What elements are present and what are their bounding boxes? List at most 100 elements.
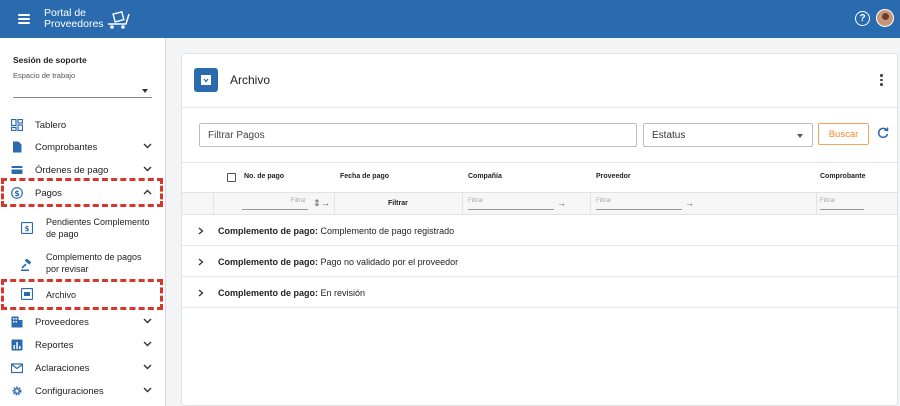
sidebar-item-aclaraciones[interactable]: Aclaraciones — [0, 357, 166, 379]
mail-icon — [11, 363, 23, 374]
filter-proveedor-input[interactable]: Filtrar — [596, 198, 682, 210]
filter-cell-compania: Filtrar → — [463, 193, 591, 215]
chevron-right-icon[interactable] — [198, 227, 204, 235]
sidebar-item-label: Tablero — [35, 120, 67, 131]
chevron-down-icon — [143, 143, 152, 149]
caret-down-icon — [142, 89, 148, 93]
filter-comprobante-input[interactable]: Filtrar — [820, 198, 864, 210]
filter-no-de-pago-input[interactable]: Filtrar — [242, 198, 308, 210]
avatar[interactable] — [876, 9, 894, 27]
subitem-label-line1: Complemento de pagos — [46, 252, 142, 262]
document-icon — [13, 141, 22, 153]
logo-line2: Proveedores — [44, 18, 104, 30]
pending-icon: $ — [21, 222, 33, 234]
filter-payments-input[interactable] — [199, 123, 637, 147]
session-title: Sesión de soporte — [13, 55, 87, 65]
filter-cell-comprobante: Filtrar — [817, 193, 897, 215]
chart-icon — [11, 339, 23, 351]
column-fecha-de-pago[interactable]: Fecha de pago — [340, 173, 389, 180]
filter-compania-input[interactable]: Filtrar — [468, 198, 554, 210]
gavel-icon — [21, 259, 32, 271]
menu-icon[interactable] — [18, 14, 30, 24]
sidebar-item-label: Configuraciones — [35, 386, 104, 397]
select-all-checkbox[interactable] — [227, 173, 236, 182]
subitem-label-line1: Archivo — [46, 290, 77, 300]
column-proveedor[interactable]: Proveedor — [596, 173, 631, 180]
arrow-right-icon[interactable]: → — [557, 198, 566, 208]
group-key: Complemento de pago: — [218, 288, 319, 298]
filter-cell-no-de-pago: Filtrar ⇕ → — [214, 193, 335, 215]
archive-icon — [21, 288, 33, 300]
filter-date-button[interactable]: Filtrar — [388, 200, 408, 207]
status-select[interactable]: Estatus — [643, 123, 813, 147]
payment-order-icon — [11, 166, 23, 174]
group-value: En revisión — [320, 288, 366, 298]
table-header: No. de pago Fecha de pago Compañía Prove… — [182, 162, 897, 193]
top-app-bar: Portal de Proveedores ? — [0, 0, 900, 38]
caret-down-icon — [797, 134, 803, 138]
building-icon — [11, 316, 23, 328]
group-key: Complemento de pago: — [218, 257, 319, 267]
table-filter-row: Filtrar ⇕ → Filtrar Filtrar → Filtrar → … — [182, 193, 897, 215]
sidebar-item-label: Pagos — [35, 188, 62, 199]
filter-cell-empty — [182, 193, 214, 215]
gear-icon — [12, 386, 22, 396]
chevron-down-icon — [143, 318, 152, 324]
sort-arrows-icon[interactable]: ⇕ — [313, 198, 321, 209]
portal-logo[interactable]: Portal de Proveedores — [44, 8, 130, 30]
archive-badge — [194, 68, 218, 92]
svg-text:$: $ — [14, 189, 20, 198]
chevron-down-icon — [143, 387, 152, 393]
group-label: Complemento de pago: En revisión — [218, 288, 365, 298]
search-button[interactable]: Buscar — [818, 123, 869, 145]
sidebar-subitem-pendientes[interactable]: $ Pendientes Complemento de pago — [0, 214, 166, 244]
workspace-select[interactable] — [13, 84, 152, 98]
column-comprobante[interactable]: Comprobante — [820, 173, 866, 180]
filter-cell-proveedor: Filtrar → — [591, 193, 817, 215]
chevron-up-icon — [143, 189, 152, 195]
chevron-down-icon — [143, 364, 152, 370]
status-select-label: Estatus — [652, 130, 686, 141]
archive-box-icon — [201, 75, 211, 85]
group-label: Complemento de pago: Pago no validado po… — [218, 257, 458, 267]
column-compania[interactable]: Compañía — [468, 173, 502, 180]
group-row[interactable]: Complemento de pago: En revisión — [182, 278, 897, 308]
subitem-label-line2: por revisar — [46, 264, 89, 274]
sidebar-item-label: Reportes — [35, 340, 74, 351]
chevron-right-icon[interactable] — [198, 289, 204, 297]
column-no-de-pago[interactable]: No. de pago — [244, 173, 284, 180]
sidebar-item-ordenes-de-pago[interactable]: Órdenes de pago — [0, 159, 166, 181]
refresh-icon[interactable] — [877, 127, 889, 139]
sidebar-item-label: Comprobantes — [35, 142, 98, 153]
chevron-right-icon[interactable] — [198, 258, 204, 266]
sidebar-item-proveedores[interactable]: Proveedores — [0, 311, 166, 333]
chevron-down-icon — [143, 341, 152, 347]
sidebar: Sesión de soporte Espacio de trabajo Tab… — [0, 38, 166, 406]
dashboard-icon — [11, 119, 23, 131]
group-value: Complemento de pago registrado — [320, 226, 455, 236]
sidebar-item-configuraciones[interactable]: Configuraciones — [0, 380, 166, 402]
group-value: Pago no validado por el proveedor — [320, 257, 459, 267]
group-label: Complemento de pago: Complemento de pago… — [218, 226, 454, 236]
sidebar-item-pagos[interactable]: $ Pagos — [0, 182, 166, 204]
sidebar-item-label: Aclaraciones — [35, 363, 90, 374]
group-row[interactable]: Complemento de pago: Complemento de pago… — [182, 216, 897, 246]
subitem-label-line1: Pendientes Complemento — [46, 217, 150, 227]
sidebar-subitem-archivo[interactable]: Archivo — [0, 284, 166, 306]
group-row[interactable]: Complemento de pago: Pago no validado po… — [182, 247, 897, 277]
arrow-right-icon[interactable]: → — [321, 198, 330, 208]
delivery-cart-icon — [107, 10, 130, 29]
sidebar-item-label: Órdenes de pago — [35, 165, 109, 176]
more-vert-icon[interactable] — [880, 74, 883, 86]
sidebar-item-label: Proveedores — [35, 317, 89, 328]
sidebar-subitem-complemento-por-revisar[interactable]: Complemento de pagos por revisar — [0, 251, 166, 281]
group-key: Complemento de pago: — [218, 226, 319, 236]
arrow-right-icon[interactable]: → — [685, 198, 694, 208]
help-icon[interactable]: ? — [855, 10, 870, 26]
divider — [182, 107, 897, 108]
chevron-down-icon — [143, 166, 152, 172]
page-title: Archivo — [230, 73, 271, 87]
sidebar-item-tablero[interactable]: Tablero — [0, 114, 166, 136]
sidebar-item-reportes[interactable]: Reportes — [0, 334, 166, 356]
sidebar-item-comprobantes[interactable]: Comprobantes — [0, 136, 166, 158]
